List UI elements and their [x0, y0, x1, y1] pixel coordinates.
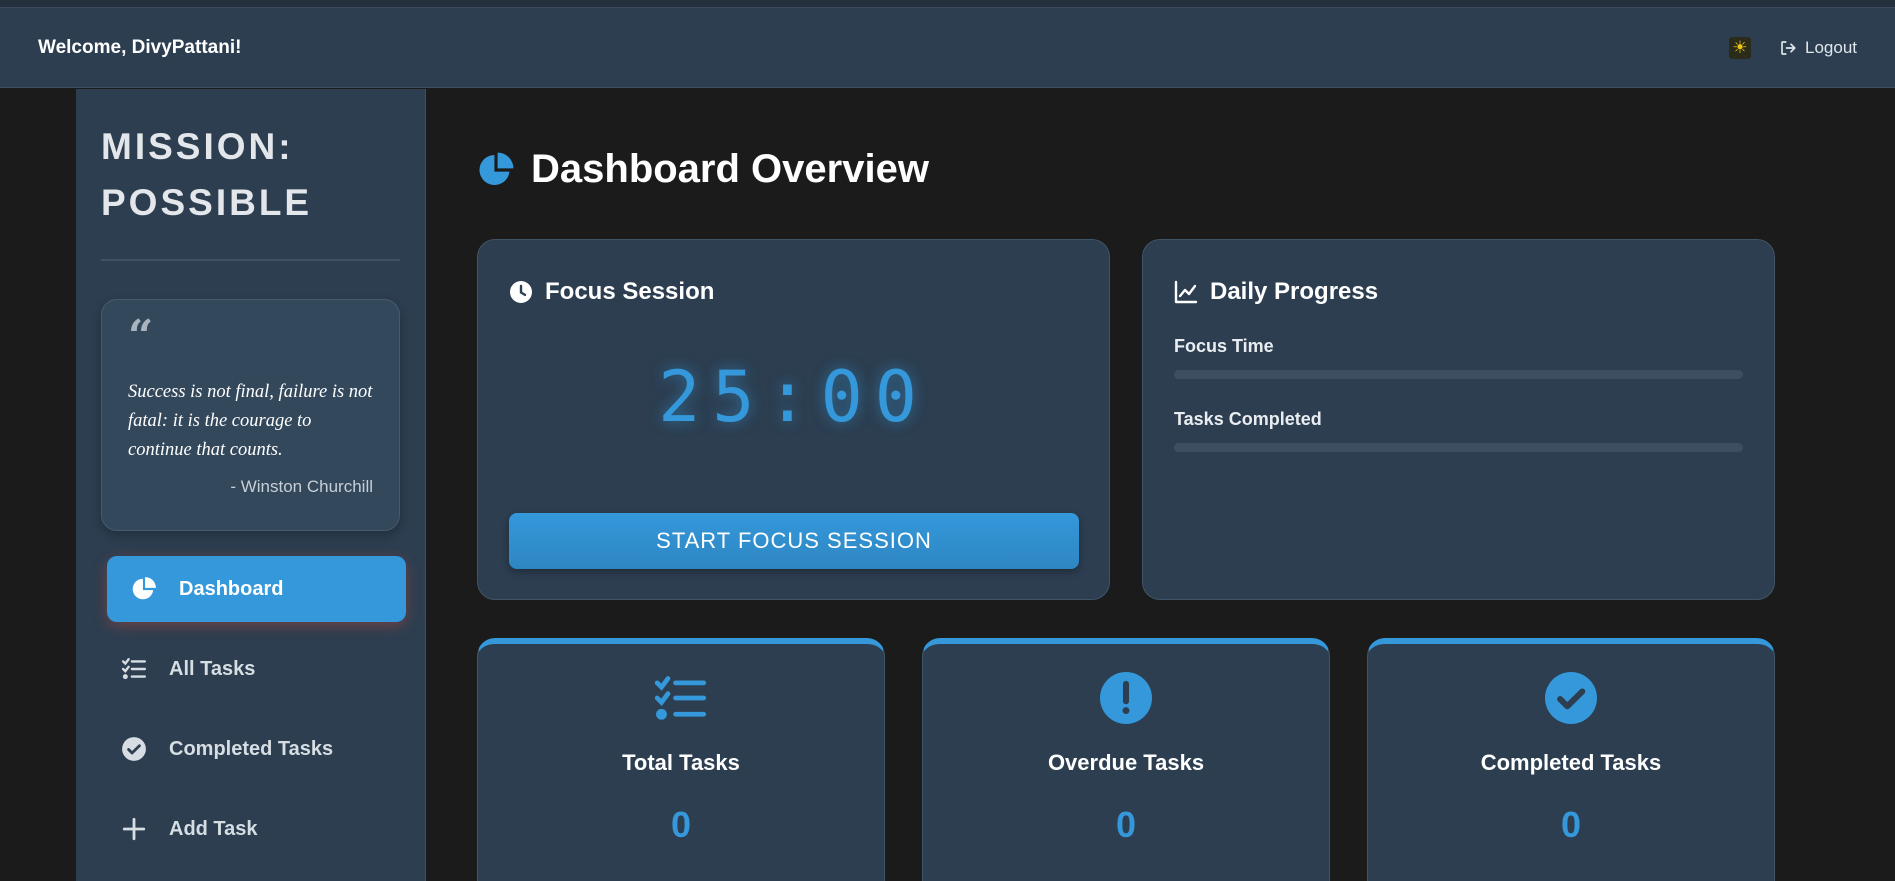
clock-icon [510, 281, 532, 303]
daily-progress-title: Daily Progress [1174, 278, 1743, 306]
brand-logo-text: MISSION: POSSIBLE [101, 119, 400, 261]
overdue-tasks-card: Overdue Tasks 0 [922, 638, 1330, 881]
check-circle-icon [121, 736, 147, 762]
stat-value: 0 [1115, 804, 1137, 845]
sidebar-item-all-tasks[interactable]: All Tasks [101, 636, 400, 702]
stat-label: Overdue Tasks [1047, 750, 1205, 775]
sidebar-item-label: Completed Tasks [169, 737, 334, 760]
page-title-text: Dashboard Overview [531, 147, 929, 191]
stat-value: 0 [670, 804, 692, 845]
focus-session-label: Focus Session [545, 278, 715, 305]
focus-session-title: Focus Session [509, 278, 1078, 306]
pie-chart-icon [479, 152, 514, 185]
task-list-icon [121, 656, 147, 682]
sidebar: MISSION: POSSIBLE “ Success is not final… [76, 89, 426, 881]
focus-time-label: Focus Time [1174, 336, 1274, 356]
plus-icon [121, 816, 147, 842]
start-focus-session-button[interactable]: START FOCUS SESSION [509, 513, 1079, 569]
sidebar-item-label: Add Task [169, 817, 258, 840]
quote-text: Success is not final, failure is not fat… [128, 382, 373, 460]
quote-author: - Winston Churchill [230, 477, 373, 496]
sidebar-item-completed-tasks[interactable]: Completed Tasks [101, 716, 400, 782]
window-top-edge [0, 0, 1895, 8]
quote-icon: “ [128, 311, 154, 362]
main-content: Dashboard Overview Focus Session 25:00 S… [477, 89, 1777, 881]
sign-out-icon [1781, 40, 1796, 55]
completed-tasks-card: Completed Tasks 0 [1367, 638, 1775, 881]
welcome-message: Welcome, DivyPattani! [38, 36, 242, 58]
total-tasks-card: Total Tasks 0 [477, 638, 885, 881]
top-header: Welcome, DivyPattani! ☀ Logout [0, 8, 1895, 88]
focus-timer-display: 25:00 [658, 356, 929, 438]
exclamation-circle-icon [1100, 672, 1152, 724]
tasks-completed-progress-bar [1174, 443, 1743, 452]
logout-label: Logout [1805, 37, 1857, 57]
stat-label: Completed Tasks [1480, 750, 1662, 775]
brand-line-2: POSSIBLE [101, 182, 313, 223]
page-title: Dashboard Overview [477, 147, 929, 192]
brand-line-1: MISSION: [101, 126, 294, 167]
check-circle-icon [1545, 672, 1597, 724]
daily-progress-card: Daily Progress Focus Time Tasks Complete… [1142, 239, 1775, 600]
logout-button[interactable]: Logout [1779, 38, 1857, 58]
pie-chart-icon [131, 576, 157, 602]
stat-label: Total Tasks [622, 750, 740, 775]
task-list-icon [655, 672, 707, 724]
focus-time-progress-bar [1174, 370, 1743, 379]
stat-value: 0 [1560, 804, 1582, 845]
header-actions: ☀ Logout [1729, 36, 1857, 59]
sidebar-item-label: All Tasks [169, 657, 256, 680]
tasks-completed-label: Tasks Completed [1174, 409, 1322, 429]
quote-card: “ Success is not final, failure is not f… [101, 299, 400, 531]
focus-session-card: Focus Session 25:00 START FOCUS SESSION [477, 239, 1110, 600]
line-chart-icon [1174, 280, 1198, 304]
sun-icon[interactable]: ☀ [1729, 36, 1751, 59]
sidebar-item-label: Dashboard [179, 577, 284, 600]
daily-progress-label: Daily Progress [1210, 278, 1379, 305]
sidebar-item-dashboard[interactable]: Dashboard [107, 556, 406, 622]
sidebar-nav: Dashboard All Tasks Completed Tasks Add … [101, 556, 406, 862]
sidebar-item-add-task[interactable]: Add Task [101, 796, 400, 862]
